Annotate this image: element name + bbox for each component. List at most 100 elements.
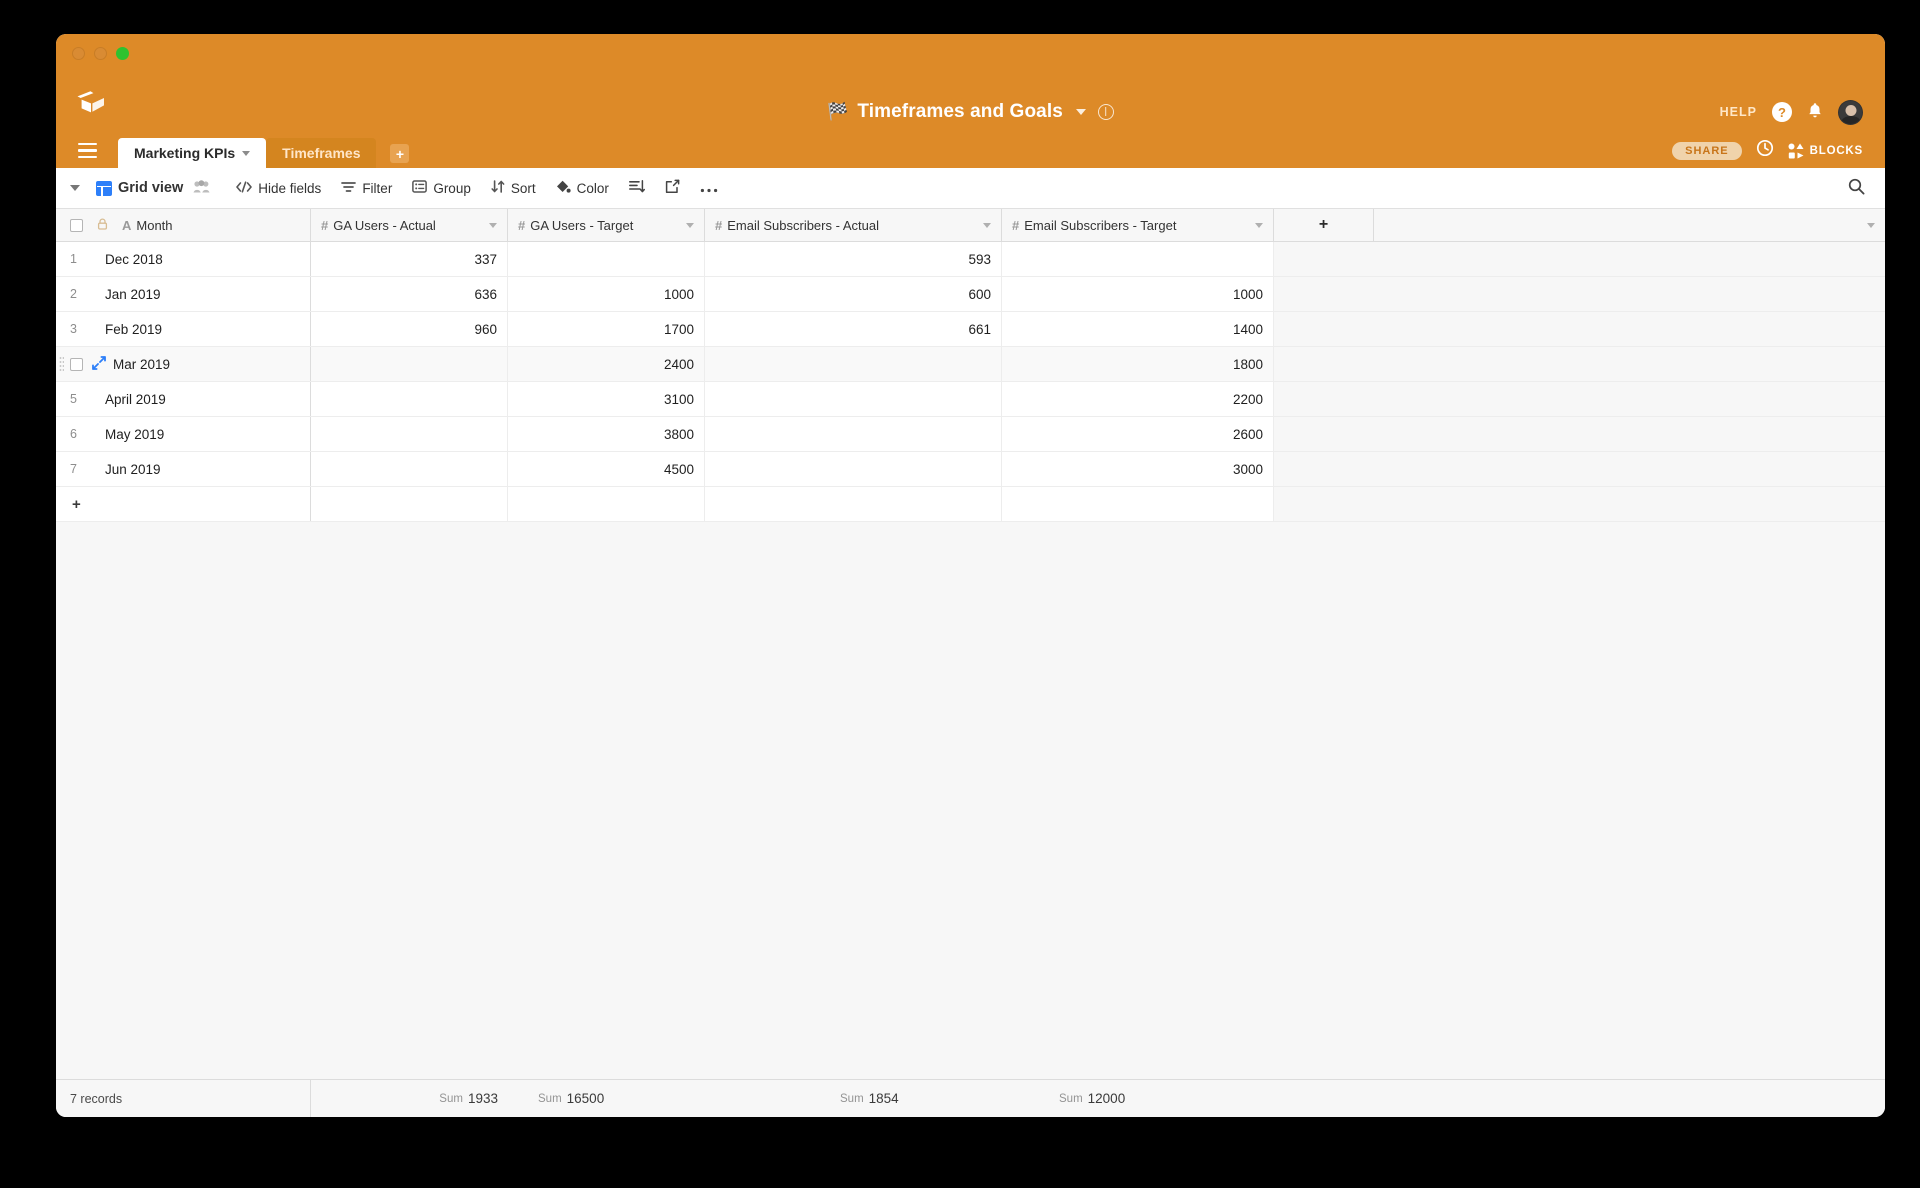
add-record-cell[interactable]: + [56, 487, 311, 521]
row-number-cell[interactable]: Mar 2019 [56, 347, 311, 381]
summary-ga-users-actual[interactable]: Sum 1933 [311, 1080, 508, 1117]
cell-email-subscribers-target[interactable]: 1400 [1002, 312, 1274, 346]
sort-button[interactable]: Sort [491, 180, 536, 196]
cell-ga-users-target[interactable]: 1000 [508, 277, 705, 311]
collaborators-icon[interactable] [193, 180, 210, 196]
cell-ga-users-actual[interactable]: 636 [311, 277, 508, 311]
table-row[interactable]: 5 April 2019 3100 2200 [56, 382, 1885, 417]
tab-timeframes[interactable]: Timeframes [266, 138, 376, 168]
row-number-cell[interactable]: 7 Jun 2019 [56, 452, 311, 486]
info-icon[interactable] [1098, 104, 1114, 120]
cell-ga-users-actual[interactable] [311, 452, 508, 486]
row-drag-handle[interactable] [59, 356, 64, 373]
cell-email-subscribers-actual[interactable]: 661 [705, 312, 1002, 346]
color-button[interactable]: Color [556, 180, 609, 197]
cell-email-subscribers-actual[interactable] [705, 347, 1002, 381]
add-record-plus-icon[interactable]: + [72, 496, 81, 513]
add-record-row[interactable]: + [56, 487, 1885, 522]
share-view-button[interactable] [665, 179, 680, 197]
group-button[interactable]: Group [412, 180, 471, 196]
cell-email-subscribers-target[interactable]: 1800 [1002, 347, 1274, 381]
question-circle-icon[interactable]: ? [1772, 102, 1792, 122]
row-number-cell[interactable]: 3 Feb 2019 [56, 312, 311, 346]
search-icon[interactable] [1848, 178, 1865, 199]
row-number-cell[interactable]: 2 Jan 2019 [56, 277, 311, 311]
chevron-down-icon[interactable] [489, 223, 497, 228]
column-header-month[interactable]: A Month [56, 209, 311, 241]
row-number-cell[interactable]: 6 May 2019 [56, 417, 311, 451]
column-header-email-subscribers-target[interactable]: # Email Subscribers - Target [1002, 209, 1274, 241]
cell-month[interactable]: Jan 2019 [105, 287, 161, 302]
table-row[interactable]: 3 Feb 2019 960 1700 661 1400 [56, 312, 1885, 347]
expand-record-icon[interactable] [92, 356, 108, 372]
bell-icon[interactable] [1807, 102, 1823, 123]
add-table-button[interactable]: + [390, 144, 409, 163]
table-row[interactable]: 2 Jan 2019 636 1000 600 1000 [56, 277, 1885, 312]
cell-ga-users-target[interactable]: 1700 [508, 312, 705, 346]
chevron-down-icon[interactable] [1255, 223, 1263, 228]
cell-month[interactable]: Feb 2019 [105, 322, 162, 337]
user-avatar[interactable] [1838, 100, 1863, 125]
more-options-button[interactable] [700, 181, 718, 196]
cell-email-subscribers-actual[interactable]: 600 [705, 277, 1002, 311]
summary-email-subscribers-target[interactable]: Sum 12000 [1002, 1080, 1274, 1117]
zoom-button[interactable] [116, 47, 129, 60]
cell-ga-users-actual[interactable]: 960 [311, 312, 508, 346]
share-button[interactable]: SHARE [1672, 142, 1742, 160]
table-row[interactable]: 6 May 2019 3800 2600 [56, 417, 1885, 452]
select-all-checkbox[interactable] [70, 219, 83, 232]
cell-email-subscribers-target[interactable]: 2600 [1002, 417, 1274, 451]
cell-email-subscribers-target[interactable] [1002, 242, 1274, 276]
row-height-button[interactable] [629, 180, 645, 196]
tab-marketing-kpis[interactable]: Marketing KPIs [118, 138, 266, 168]
cell-month[interactable]: May 2019 [105, 427, 164, 442]
close-button[interactable] [72, 47, 85, 60]
cell-email-subscribers-target[interactable]: 2200 [1002, 382, 1274, 416]
cell-month[interactable]: April 2019 [105, 392, 166, 407]
cell-ga-users-actual[interactable] [311, 382, 508, 416]
cell-ga-users-target[interactable] [508, 242, 705, 276]
cell-email-subscribers-target[interactable]: 3000 [1002, 452, 1274, 486]
row-select-checkbox[interactable] [70, 358, 83, 371]
airtable-logo-icon[interactable] [74, 86, 108, 120]
cell-ga-users-target[interactable]: 3800 [508, 417, 705, 451]
cell-month[interactable]: Dec 2018 [105, 252, 163, 267]
summary-ga-users-target[interactable]: Sum 16500 [508, 1080, 705, 1117]
hide-fields-button[interactable]: Hide fields [236, 181, 321, 196]
filter-button[interactable]: Filter [341, 181, 392, 196]
cell-month[interactable]: Mar 2019 [113, 357, 170, 372]
history-clock-icon[interactable] [1756, 139, 1774, 162]
column-header-ga-users-actual[interactable]: # GA Users - Actual [311, 209, 508, 241]
chevron-down-icon[interactable] [983, 223, 991, 228]
cell-email-subscribers-target[interactable]: 1000 [1002, 277, 1274, 311]
cell-month[interactable]: Jun 2019 [105, 462, 161, 477]
column-header-ga-users-target[interactable]: # GA Users - Target [508, 209, 705, 241]
cell-email-subscribers-actual[interactable] [705, 452, 1002, 486]
cell-ga-users-actual[interactable] [311, 347, 508, 381]
hamburger-icon[interactable] [78, 143, 97, 158]
table-row[interactable]: 1 Dec 2018 337 593 [56, 242, 1885, 277]
cell-ga-users-actual[interactable]: 337 [311, 242, 508, 276]
chevron-down-icon[interactable] [1867, 223, 1875, 228]
sidebar-toggle-icon[interactable] [70, 185, 80, 191]
table-row[interactable]: Mar 2019 2400 1800 [56, 347, 1885, 382]
chevron-down-icon[interactable] [242, 151, 250, 156]
table-row[interactable]: 7 Jun 2019 4500 3000 [56, 452, 1885, 487]
column-header-email-subscribers-actual[interactable]: # Email Subscribers - Actual [705, 209, 1002, 241]
add-field-button[interactable]: + [1274, 209, 1374, 241]
summary-email-subscribers-actual[interactable]: Sum 1854 [705, 1080, 1002, 1117]
view-name-button[interactable]: Grid view [96, 180, 183, 196]
cell-ga-users-actual[interactable] [311, 417, 508, 451]
base-title[interactable]: 🏁 Timeframes and Goals [827, 101, 1086, 123]
cell-email-subscribers-actual[interactable] [705, 382, 1002, 416]
chevron-down-icon[interactable] [1076, 109, 1086, 115]
cell-email-subscribers-actual[interactable] [705, 417, 1002, 451]
cell-ga-users-target[interactable]: 4500 [508, 452, 705, 486]
row-number-cell[interactable]: 1 Dec 2018 [56, 242, 311, 276]
blocks-button[interactable]: BLOCKS [1788, 143, 1863, 158]
cell-ga-users-target[interactable]: 2400 [508, 347, 705, 381]
chevron-down-icon[interactable] [686, 223, 694, 228]
help-label[interactable]: HELP [1720, 105, 1757, 119]
cell-ga-users-target[interactable]: 3100 [508, 382, 705, 416]
row-number-cell[interactable]: 5 April 2019 [56, 382, 311, 416]
